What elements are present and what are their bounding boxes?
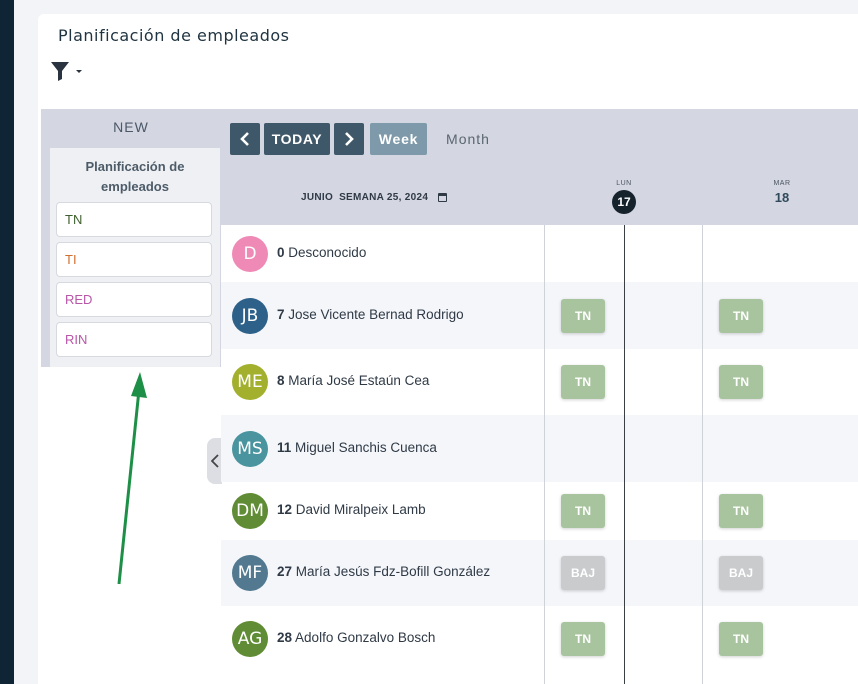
chevron-left-icon xyxy=(210,454,219,468)
shift-event[interactable]: TN xyxy=(561,494,605,528)
today-button[interactable]: TODAY xyxy=(264,123,330,155)
employee-full-name: Adolfo Gonzalvo Bosch xyxy=(295,630,436,645)
calendar-icon xyxy=(438,193,448,202)
column-divider xyxy=(544,225,545,684)
collapse-sidebar-button[interactable] xyxy=(207,438,222,484)
day-header-monday[interactable]: LUN 17 xyxy=(594,180,654,214)
shift-event[interactable]: TN xyxy=(719,298,763,333)
day-number-today: 17 xyxy=(612,190,636,214)
employee-full-name: María Jesús Fdz-Bofill González xyxy=(295,564,491,579)
employee-number: 11 xyxy=(277,439,292,455)
week-selector[interactable]: JUNIO SEMANA 25, 2024 xyxy=(301,192,448,203)
chevron-right-icon xyxy=(345,132,354,146)
filter-dropdown-button[interactable] xyxy=(50,60,90,84)
employee-number: 12 xyxy=(277,502,293,517)
prev-button[interactable] xyxy=(230,123,260,155)
employee-full-name: María José Estaún Cea xyxy=(288,373,430,388)
month-view-button[interactable]: Month xyxy=(436,123,500,155)
day-header-tuesday[interactable]: MAR 18 xyxy=(752,180,812,205)
day-name: LUN xyxy=(616,180,632,187)
chevron-left-icon xyxy=(240,132,249,146)
employee-number: 27 xyxy=(277,564,293,579)
employee-full-name: Miguel Sanchis Cuenca xyxy=(295,439,437,455)
avatar: AG xyxy=(232,621,268,657)
app-left-edge xyxy=(0,0,14,684)
employee-row: D0 Desconocido xyxy=(221,225,858,282)
caret-down-icon xyxy=(76,70,82,73)
column-divider xyxy=(702,225,703,684)
avatar: ME xyxy=(232,364,268,400)
now-indicator xyxy=(624,225,625,684)
week-view-button[interactable]: Week xyxy=(370,123,427,155)
shift-event[interactable]: BAJ xyxy=(719,556,763,590)
page-title: Planificación de empleados xyxy=(58,26,290,45)
employee-name: 11 Miguel Sanchis Cuenca xyxy=(277,440,437,455)
employee-number: 0 xyxy=(277,244,285,260)
employee-full-name: Desconocido xyxy=(288,244,367,260)
next-button[interactable] xyxy=(334,123,364,155)
shift-event[interactable]: TN xyxy=(719,494,763,528)
employee-name: 8 María José Estaún Cea xyxy=(277,373,429,388)
shift-event[interactable]: BAJ xyxy=(561,556,605,590)
avatar: MS xyxy=(232,430,268,467)
avatar: DM xyxy=(232,493,268,529)
draggable-shift-tn[interactable]: TN xyxy=(56,202,212,237)
draggable-shift-rin[interactable]: RIN xyxy=(56,322,212,357)
shift-event[interactable]: TN xyxy=(561,298,605,333)
avatar: JB xyxy=(232,297,268,334)
day-number: 18 xyxy=(774,190,790,205)
employee-name: 28 Adolfo Gonzalvo Bosch xyxy=(277,630,435,645)
shift-event[interactable]: TN xyxy=(561,622,605,656)
shift-event[interactable]: TN xyxy=(719,622,763,656)
employee-name: 27 María Jesús Fdz-Bofill González xyxy=(277,564,490,579)
schedule-grid: D0 Desconocido JB 7 Jose Vicente Bernad Ro… xyxy=(221,225,858,684)
employee-full-name: David Miralpeix Lamb xyxy=(295,502,426,517)
employee-number: 7 xyxy=(277,306,285,322)
employee-name: 0 Desconocido xyxy=(277,245,366,260)
employee-full-name: Jose Vicente Bernad Rodrigo xyxy=(288,306,464,322)
employee-name: 12 David Miralpeix Lamb xyxy=(277,502,426,517)
shift-event[interactable]: TN xyxy=(719,365,763,399)
external-events-title: Planificación de empleados xyxy=(85,159,185,194)
draggable-shift-ti[interactable]: TI xyxy=(56,242,212,277)
month-name: JUNIO xyxy=(301,192,334,203)
employee-number: 28 xyxy=(277,630,293,645)
employee-row: MS 11 Miguel Sanchis Cuenca xyxy=(221,415,858,482)
draggable-shift-red[interactable]: RED xyxy=(56,282,212,317)
sidebar-new-label: NEW xyxy=(113,119,149,135)
week-number: SEMANA 25, 2024 xyxy=(339,192,429,203)
employee-name: 7 Jose Vicente Bernad Rodrigo xyxy=(277,307,464,322)
annotation-arrow-icon xyxy=(117,372,147,585)
avatar: MF xyxy=(232,555,268,591)
filter-icon xyxy=(51,62,82,81)
avatar: D xyxy=(232,235,268,272)
shift-event[interactable]: TN xyxy=(561,365,605,399)
day-name: MAR xyxy=(773,180,791,187)
employee-number: 8 xyxy=(277,373,285,388)
